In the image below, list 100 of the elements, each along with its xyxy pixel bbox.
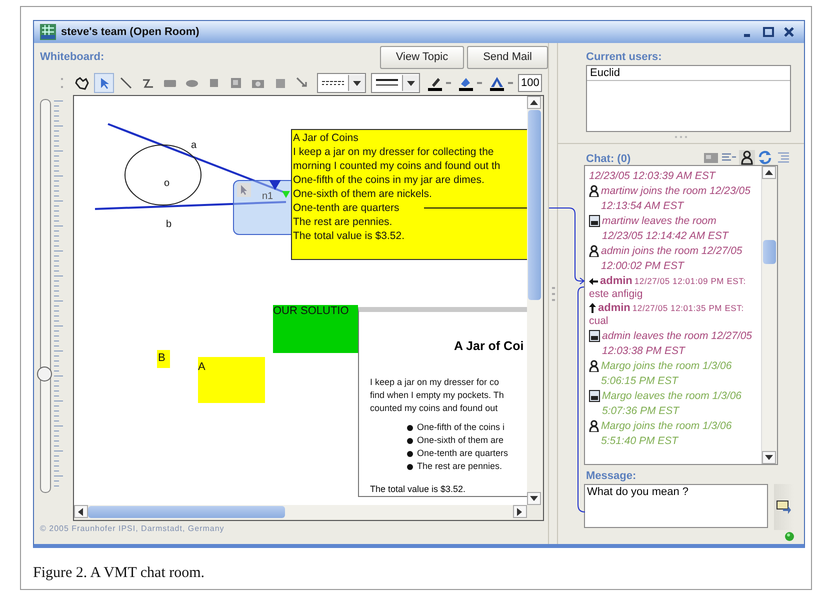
topic-total: The total value is $3.52. — [370, 484, 466, 494]
left-arrow-icon — [589, 278, 598, 284]
users-button[interactable] — [739, 150, 755, 165]
copyright-text: © 2005 Fraunhofer IPSI, Darmstadt, Germany — [40, 523, 226, 533]
note-text-line: The rest are pennies. — [293, 215, 392, 229]
line-icon — [118, 75, 134, 91]
grip-icon — [60, 75, 66, 91]
scroll-right-icon[interactable] — [517, 508, 523, 516]
person-icon — [589, 420, 599, 432]
image-icon — [703, 150, 719, 165]
note-text-line: The total value is $3.52. — [293, 229, 404, 243]
shape-label: b — [166, 219, 172, 230]
bullet-icon — [407, 450, 413, 456]
zoom-field[interactable]: 100 — [518, 74, 542, 92]
door-icon — [589, 390, 600, 402]
scrollbar-thumb[interactable] — [763, 240, 776, 264]
window-title: steve's team (Open Room) — [61, 26, 200, 38]
person-icon — [589, 185, 599, 197]
person-icon — [589, 360, 599, 372]
note-text-line: One-tenth are quarters — [293, 201, 400, 215]
chat-message-text: cual — [589, 314, 610, 328]
sticky-note: B — [157, 350, 170, 368]
note-text-line: A Jar of Coins — [293, 131, 358, 145]
scroll-down-icon[interactable] — [765, 454, 773, 460]
shape-label: o — [164, 178, 170, 189]
text-color-icon[interactable] — [489, 75, 505, 91]
hand-icon — [74, 75, 90, 91]
panel-button[interactable]: View Topic — [380, 46, 464, 68]
app-icon — [40, 24, 56, 40]
topic-text-line: find when I empty my pockets. Th — [370, 389, 504, 402]
maximize-icon — [762, 27, 774, 37]
pointer-tool[interactable] — [94, 73, 114, 93]
node-label: n1 — [262, 191, 274, 202]
chat-message-text: este anfigig — [589, 287, 644, 301]
scroll-down-icon[interactable] — [530, 496, 538, 502]
person-icon — [589, 245, 599, 257]
chat-username: admin — [598, 302, 630, 314]
sticky-note: OUR SOLUTIO — [273, 305, 358, 353]
close-icon — [784, 27, 794, 37]
note-text-line: I keep a jar on my dresser for collecting the — [293, 145, 494, 159]
status-light-icon — [785, 532, 794, 541]
up-arrow-icon — [589, 303, 596, 313]
zoom-slider[interactable] — [40, 99, 51, 493]
bullet-text: One-sixth of them are — [417, 434, 504, 447]
shape-label: a — [191, 140, 197, 151]
bullet-text: The rest are pennies. — [417, 460, 502, 473]
slider-thumb[interactable] — [37, 366, 52, 382]
dashed-line-icon — [322, 81, 344, 85]
scrollbar-thumb[interactable] — [528, 110, 541, 300]
line-width-dropdown[interactable] — [371, 73, 420, 93]
chat-event: admin joins the room 12/27/05 12:00:02 PM EST — [601, 244, 744, 274]
pointer-icon — [237, 183, 251, 197]
chat-timestamp: 12/27/05 12:01:09 PM EST: — [634, 276, 746, 286]
list-icon — [775, 150, 791, 165]
image-icon — [228, 75, 244, 91]
chat-event: 12/23/05 12:03:39 AM EST — [589, 169, 716, 184]
scroll-left-icon[interactable] — [78, 508, 84, 516]
figure-caption: Figure 2. A VMT chat room. — [33, 565, 206, 582]
bullet-icon — [407, 464, 413, 470]
note-text-line: One-fifth of the coins in my jar are dimes. — [293, 173, 484, 187]
send-button[interactable] — [774, 484, 794, 530]
scrollbar-thumb[interactable] — [88, 506, 285, 518]
door-icon — [589, 330, 600, 342]
bullet-text: One-fifth of the coins i — [417, 421, 505, 434]
chat-scrollbar[interactable] — [761, 166, 777, 464]
vertical-scrollbar[interactable] — [527, 96, 542, 505]
line-dash-dropdown[interactable] — [317, 73, 366, 93]
door-icon — [589, 215, 600, 227]
panel-button[interactable]: Send Mail — [467, 46, 548, 68]
sticky-note: A — [198, 357, 265, 403]
horizontal-scrollbar[interactable] — [74, 505, 527, 519]
scroll-up-icon[interactable] — [765, 170, 773, 176]
chat-event: Margo leaves the room 1/3/06 5:07:36 PM EST — [602, 389, 742, 419]
send-icon — [776, 500, 792, 514]
topic-title: A Jar of Coi — [454, 339, 524, 353]
message-field[interactable]: What do you mean ? — [584, 484, 768, 528]
scroll-up-icon[interactable] — [530, 100, 538, 106]
refresh-button[interactable] — [757, 150, 773, 165]
topic-text-line: counted my coins and found out — [370, 402, 499, 415]
bullet-icon — [407, 438, 413, 444]
refresh-icon — [757, 150, 773, 165]
chat-username: admin — [600, 275, 632, 287]
chat-event: admin leaves the room 12/27/05 12:03:38 PM EST — [602, 329, 754, 359]
minimize-icon — [744, 34, 750, 36]
pen-color-icon[interactable] — [427, 75, 443, 91]
bullet-icon — [407, 424, 413, 430]
note-text-line: One-sixth of them are nickels. — [293, 187, 432, 201]
whiteboard-label: Whiteboard: — [40, 51, 104, 63]
topic-text-line: I keep a jar on my dresser for co — [370, 376, 500, 389]
users-label: Current users: — [586, 51, 663, 65]
splitter-grip-icon[interactable] — [552, 286, 554, 300]
chat-event: Margo joins the room 1/3/06 5:06:15 PM EST — [601, 359, 733, 389]
note-text-line: morning I counted my coins and found out th — [293, 159, 500, 173]
person-icon — [739, 150, 755, 165]
chat-timestamp: 12/27/05 12:01:35 PM EST: — [632, 303, 744, 313]
chat-label: Chat: (0) — [586, 153, 631, 165]
bullet-text: One-tenth are quarters — [417, 447, 508, 460]
user-item[interactable]: Euclid — [587, 66, 790, 81]
chat-event: Margo joins the room 1/3/06 5:51:40 PM EST — [601, 419, 733, 449]
message-label: Message: — [586, 470, 638, 482]
